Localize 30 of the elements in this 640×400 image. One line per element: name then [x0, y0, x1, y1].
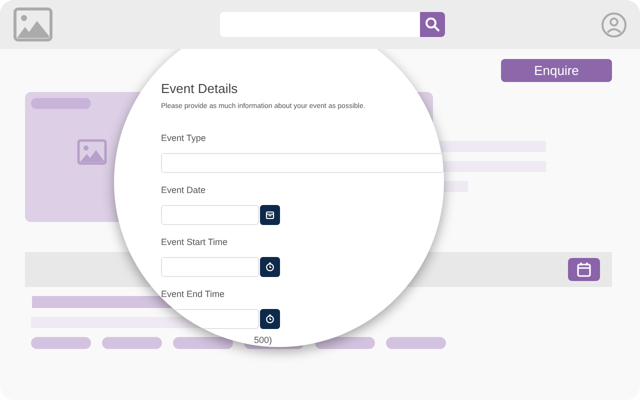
user-icon[interactable]: [601, 12, 627, 38]
placeholder-pill: [173, 337, 233, 349]
placeholder-pill: [315, 337, 375, 349]
cut-text: 500): [254, 335, 272, 345]
search-field[interactable]: [220, 12, 420, 37]
placeholder-pill: [386, 337, 446, 349]
image-icon: [77, 139, 107, 165]
placeholder-bar: [31, 98, 91, 109]
form-title: Event Details: [161, 81, 239, 97]
placeholder-pill: [102, 337, 162, 349]
placeholder-pill: [31, 337, 91, 349]
enquire-button[interactable]: Enquire: [501, 59, 612, 82]
search-button[interactable]: [420, 12, 445, 37]
date-field[interactable]: [161, 205, 259, 225]
field-label: Event End Time: [161, 289, 226, 300]
search-icon: [425, 17, 440, 32]
clock-icon: [265, 262, 275, 272]
time-field[interactable]: [161, 257, 259, 277]
text-field[interactable]: [161, 153, 444, 173]
field-label: Event Date: [161, 185, 207, 196]
clock-icon: [265, 314, 275, 324]
time-picker-button[interactable]: [260, 257, 280, 277]
field-label: Event Start Time: [161, 237, 229, 248]
date-picker-button[interactable]: [260, 205, 280, 225]
calendar-icon: [577, 262, 591, 277]
time-picker-button[interactable]: [260, 309, 280, 329]
field-label: Event Type: [161, 133, 207, 144]
calendar-button[interactable]: [568, 258, 600, 281]
image-icon[interactable]: [13, 7, 53, 42]
calendar-icon: [265, 210, 275, 220]
